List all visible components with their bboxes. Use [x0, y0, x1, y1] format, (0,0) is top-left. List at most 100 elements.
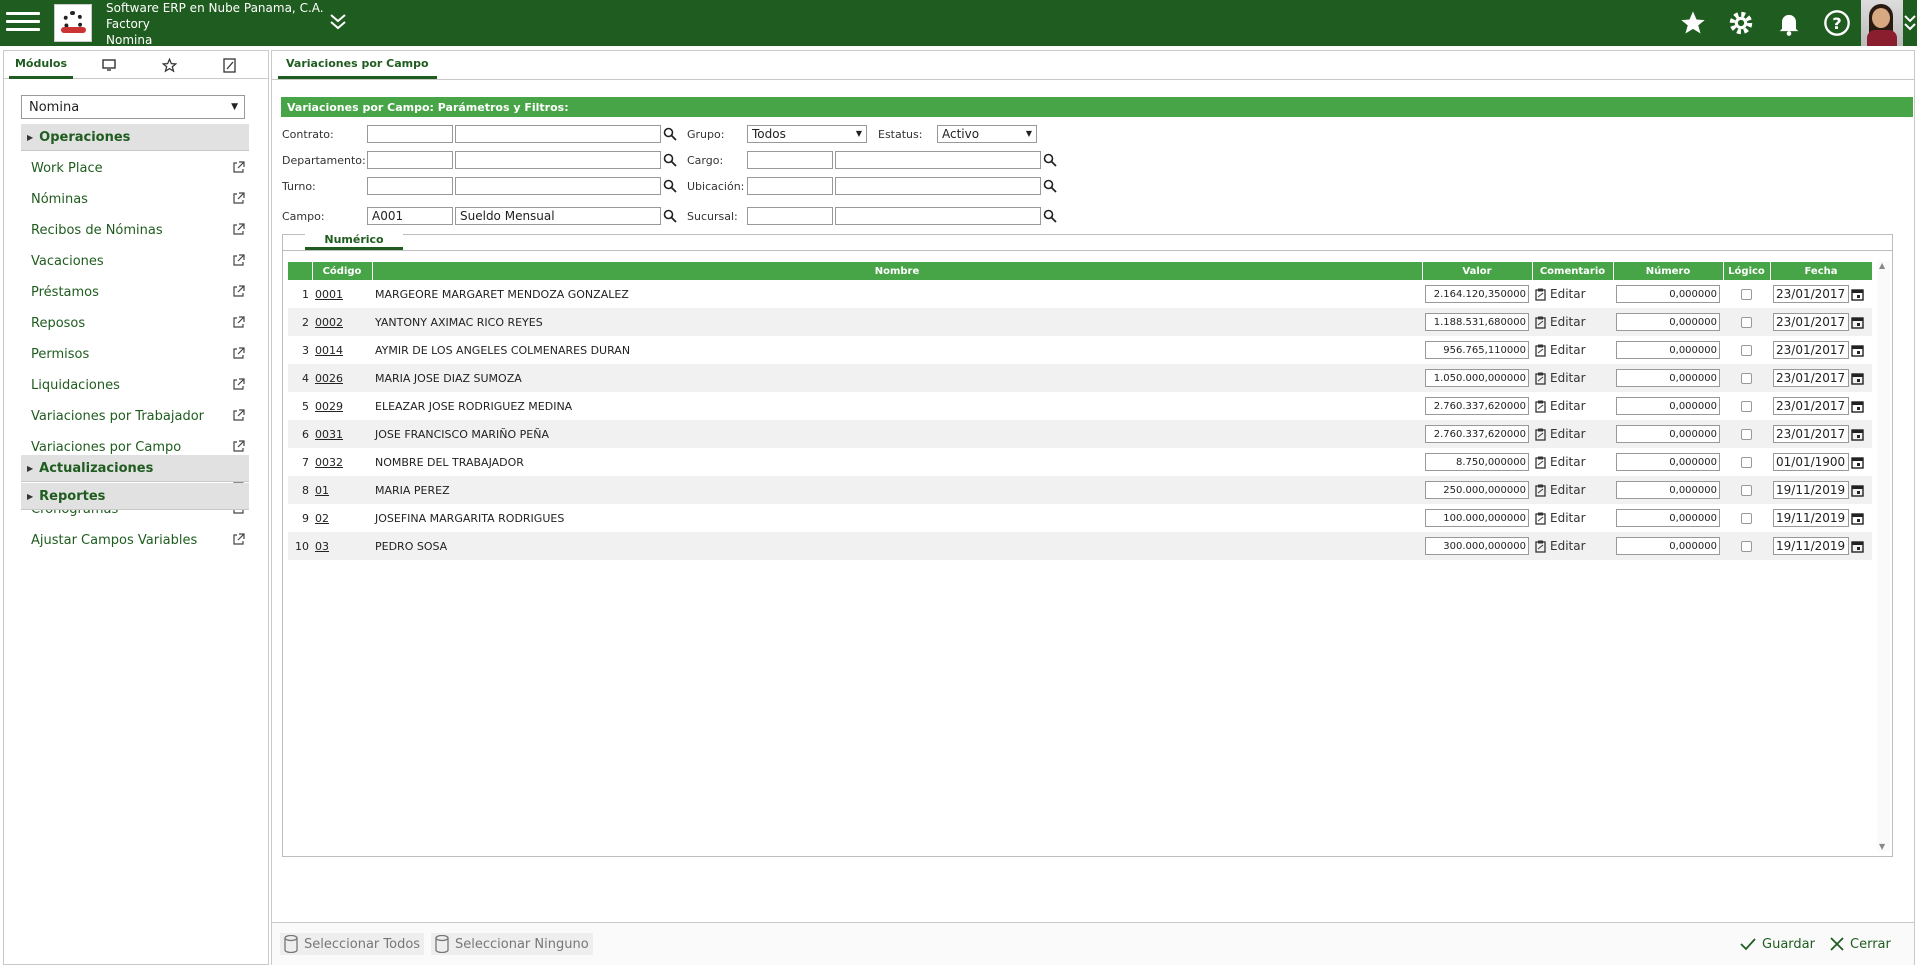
col-comentario[interactable]: Comentario: [1532, 262, 1614, 280]
numero-input[interactable]: 0,000000: [1616, 313, 1720, 331]
sidebar-item[interactable]: Permisos: [31, 343, 245, 365]
valor-input[interactable]: 2.760.337,620000: [1425, 397, 1529, 415]
fecha-input[interactable]: 19/11/2019: [1773, 537, 1849, 555]
calendar-icon[interactable]: [1851, 344, 1864, 357]
calendar-icon[interactable]: [1851, 484, 1864, 497]
table-row[interactable]: 1 0001 MARGEORE MARGARET MENDOZA GONZALEZ 2…: [288, 280, 1872, 308]
logico-checkbox[interactable]: [1741, 540, 1752, 552]
numero-input[interactable]: 0,000000: [1616, 341, 1720, 359]
calendar-icon[interactable]: [1851, 400, 1864, 413]
sidebar-item[interactable]: Variaciones por Trabajador: [31, 405, 245, 427]
turno-code-input[interactable]: [367, 177, 453, 195]
edit-comment-button[interactable]: Editar: [1535, 315, 1610, 329]
sidebar-item[interactable]: Liquidaciones: [31, 374, 245, 396]
section-reportes[interactable]: ▶ Reportes: [21, 483, 249, 510]
sucursal-name-input[interactable]: [835, 207, 1041, 225]
fecha-input[interactable]: 19/11/2019: [1773, 509, 1849, 527]
edit-comment-button[interactable]: Editar: [1535, 511, 1610, 525]
external-link-icon[interactable]: [232, 533, 245, 546]
table-row[interactable]: 4 0026 MARIA JOSE DIAZ SUMOZA 1.050.000,000…: [288, 364, 1872, 392]
sidebar-item[interactable]: Préstamos: [31, 281, 245, 303]
ubicacion-name-input[interactable]: [835, 177, 1041, 195]
tab-variaciones-por-campo[interactable]: Variaciones por Campo: [278, 51, 437, 79]
numero-input[interactable]: 0,000000: [1616, 425, 1720, 443]
calendar-icon[interactable]: [1851, 512, 1864, 525]
departamento-code-input[interactable]: [367, 151, 453, 169]
numero-input[interactable]: 0,000000: [1616, 509, 1720, 527]
employee-code-link[interactable]: 0001: [315, 288, 343, 301]
fecha-input[interactable]: 23/01/2017: [1773, 425, 1849, 443]
employee-code-link[interactable]: 0002: [315, 316, 343, 329]
employee-code-link[interactable]: 0029: [315, 400, 343, 413]
hamburger-menu-icon[interactable]: [6, 7, 40, 37]
settings-gear-icon[interactable]: [1717, 0, 1765, 46]
contrato-name-input[interactable]: [455, 125, 661, 143]
fecha-input[interactable]: 01/01/1900: [1773, 453, 1849, 471]
logico-checkbox[interactable]: [1741, 288, 1752, 300]
valor-input[interactable]: 1.188.531,680000: [1425, 313, 1529, 331]
valor-input[interactable]: 250.000,000000: [1425, 481, 1529, 499]
select-none-button[interactable]: Seleccionar Ninguno: [431, 933, 593, 955]
user-menu-chevron-icon[interactable]: [1903, 12, 1917, 34]
external-link-icon[interactable]: [232, 409, 245, 422]
sucursal-search-icon[interactable]: [1043, 209, 1057, 223]
contrato-search-icon[interactable]: [663, 127, 677, 141]
calendar-icon[interactable]: [1851, 372, 1864, 385]
col-codigo[interactable]: Código: [312, 262, 373, 280]
favorites-star-outline-icon[interactable]: [154, 51, 184, 79]
scroll-up-icon[interactable]: ▲: [1879, 261, 1885, 270]
edit-comment-button[interactable]: Editar: [1535, 483, 1610, 497]
sidebar-item[interactable]: Work Place: [31, 157, 245, 179]
col-fecha[interactable]: Fecha: [1770, 262, 1873, 280]
fecha-input[interactable]: 23/01/2017: [1773, 341, 1849, 359]
numero-input[interactable]: 0,000000: [1616, 453, 1720, 471]
table-row[interactable]: 5 0029 ELEAZAR JOSE RODRIGUEZ MEDINA 2.760.…: [288, 392, 1872, 420]
sidebar-item[interactable]: Vacaciones: [31, 250, 245, 272]
cargo-name-input[interactable]: [835, 151, 1041, 169]
ubicacion-code-input[interactable]: [747, 177, 833, 195]
table-row[interactable]: 7 0032 NOMBRE DEL TRABAJADOR 8.750,000000 Ed…: [288, 448, 1872, 476]
logico-checkbox[interactable]: [1741, 400, 1752, 412]
sidebar-item[interactable]: Ajustar Campos Variables: [31, 529, 245, 551]
valor-input[interactable]: 956.765,110000: [1425, 341, 1529, 359]
table-row[interactable]: 3 0014 AYMIR DE LOS ANGELES COLMENARES DUR…: [288, 336, 1872, 364]
section-operaciones[interactable]: ▶ Operaciones: [21, 124, 249, 151]
employee-code-link[interactable]: 03: [315, 540, 329, 553]
table-row[interactable]: 6 0031 JOSE FRANCISCO MARIÑO PEÑA 2.760.337…: [288, 420, 1872, 448]
employee-code-link[interactable]: 0026: [315, 372, 343, 385]
valor-input[interactable]: 300.000,000000: [1425, 537, 1529, 555]
table-row[interactable]: 10 03 PEDRO SOSA 300.000,000000 Editar 0,0000…: [288, 532, 1872, 560]
section-actualizaciones[interactable]: ▶ Actualizaciones: [21, 455, 249, 482]
fecha-input[interactable]: 23/01/2017: [1773, 397, 1849, 415]
valor-input[interactable]: 8.750,000000: [1425, 453, 1529, 471]
employee-code-link[interactable]: 0032: [315, 456, 343, 469]
external-link-icon[interactable]: [232, 192, 245, 205]
col-nombre[interactable]: Nombre: [372, 262, 1423, 280]
numero-input[interactable]: 0,000000: [1616, 537, 1720, 555]
departamento-name-input[interactable]: [455, 151, 661, 169]
close-button[interactable]: Cerrar: [1830, 933, 1891, 955]
help-question-icon[interactable]: ?: [1813, 0, 1861, 46]
calendar-icon[interactable]: [1851, 540, 1864, 553]
fecha-input[interactable]: 23/01/2017: [1773, 285, 1849, 303]
sidebar-item[interactable]: Nóminas: [31, 188, 245, 210]
valor-input[interactable]: 2.164.120,350000: [1425, 285, 1529, 303]
employee-code-link[interactable]: 0031: [315, 428, 343, 441]
calendar-icon[interactable]: [1851, 428, 1864, 441]
save-button[interactable]: Guardar: [1740, 933, 1815, 955]
external-link-icon[interactable]: [232, 285, 245, 298]
numero-input[interactable]: 0,000000: [1616, 369, 1720, 387]
fecha-input[interactable]: 23/01/2017: [1773, 369, 1849, 387]
fecha-input[interactable]: 19/11/2019: [1773, 481, 1849, 499]
employee-code-link[interactable]: 0014: [315, 344, 343, 357]
table-row[interactable]: 8 01 MARIA PEREZ 250.000,000000 Editar 0,0000…: [288, 476, 1872, 504]
external-link-icon[interactable]: [232, 440, 245, 453]
valor-input[interactable]: 1.050.000,000000: [1425, 369, 1529, 387]
ubicacion-search-icon[interactable]: [1043, 179, 1057, 193]
cargo-code-input[interactable]: [747, 151, 833, 169]
cargo-search-icon[interactable]: [1043, 153, 1057, 167]
logico-checkbox[interactable]: [1741, 372, 1752, 384]
numero-input[interactable]: 0,000000: [1616, 397, 1720, 415]
logico-checkbox[interactable]: [1741, 512, 1752, 524]
external-link-icon[interactable]: [232, 347, 245, 360]
